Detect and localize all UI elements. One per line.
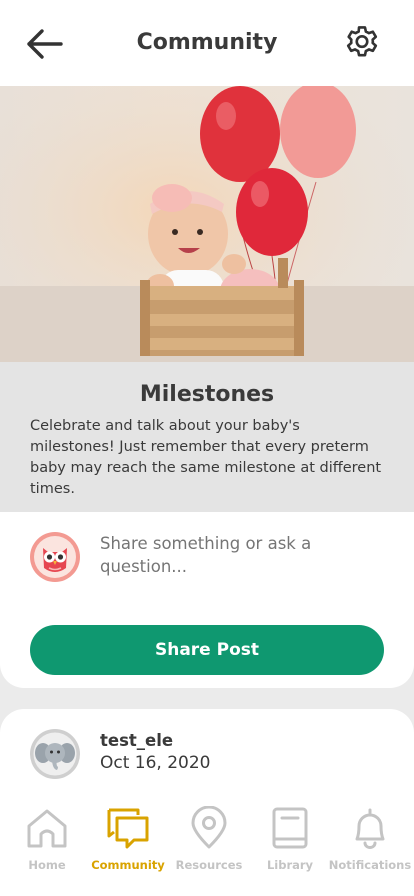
tab-resources[interactable]: Resources bbox=[168, 806, 250, 876]
topic-title: Milestones bbox=[139, 382, 275, 407]
tab-notifications[interactable]: Notifications bbox=[329, 806, 411, 876]
share-post-button[interactable]: Share Post bbox=[30, 625, 384, 675]
tab-library[interactable]: Library bbox=[249, 806, 331, 876]
tab-home[interactable]: Home bbox=[6, 806, 88, 876]
post-date: Oct 16, 2020 bbox=[100, 753, 211, 773]
book-icon bbox=[272, 807, 308, 849]
post-username[interactable]: test_ele bbox=[100, 731, 173, 750]
tab-label: Resources bbox=[175, 858, 243, 872]
tab-label: Home bbox=[28, 858, 66, 872]
topic-section: Milestones Celebrate and talk about your… bbox=[0, 362, 414, 512]
bell-icon bbox=[355, 808, 385, 849]
avatar bbox=[30, 729, 80, 779]
owl-avatar-icon bbox=[30, 532, 80, 582]
tab-community[interactable]: Community bbox=[87, 806, 169, 876]
tab-label: Library bbox=[266, 858, 314, 872]
avatar bbox=[30, 532, 80, 582]
tab-label: Notifications bbox=[328, 858, 412, 872]
settings-button[interactable] bbox=[340, 22, 384, 66]
post-composer: Share Post bbox=[0, 512, 414, 688]
hero-image bbox=[0, 86, 414, 362]
elephant-avatar-icon bbox=[30, 729, 80, 779]
map-pin-icon bbox=[191, 806, 227, 849]
chat-icon bbox=[107, 808, 149, 849]
gear-icon bbox=[346, 26, 378, 57]
bottom-tab-bar: Home Community Resources Library Notific… bbox=[0, 796, 414, 896]
tab-label: Community bbox=[91, 858, 165, 872]
topic-description: Celebrate and talk about your baby's mil… bbox=[30, 418, 382, 497]
home-icon bbox=[27, 809, 67, 848]
post-input[interactable] bbox=[100, 532, 390, 582]
top-bar: Community bbox=[0, 0, 414, 86]
